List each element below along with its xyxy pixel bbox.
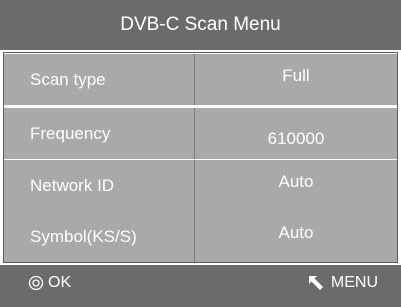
menu-hint[interactable]: MENU: [308, 274, 378, 292]
frequency-value[interactable]: 610000: [195, 108, 397, 159]
ok-label: OK: [48, 274, 72, 291]
back-arrow-icon: [308, 275, 325, 292]
ok-circle-icon: [28, 275, 44, 291]
row-scan-type[interactable]: Scan type Full: [4, 54, 397, 105]
menu-title: DVB-C Scan Menu: [0, 0, 401, 50]
menu-label: MENU: [330, 274, 378, 291]
footer-bar: OK MENU: [0, 265, 401, 307]
scan-menu-dialog: DVB-C Scan Menu Scan type Full Frequency…: [0, 0, 401, 307]
settings-list: Scan type Full Frequency 610000 Network …: [3, 52, 398, 263]
row-symbol-rate[interactable]: Symbol(KS/S) Auto: [4, 211, 397, 262]
symbol-rate-value[interactable]: Auto: [195, 211, 397, 262]
row-label: Scan type: [4, 54, 195, 105]
network-id-value[interactable]: Auto: [195, 160, 397, 211]
row-label: Symbol(KS/S): [4, 211, 195, 262]
row-frequency[interactable]: Frequency 610000: [4, 108, 397, 159]
scan-type-value[interactable]: Full: [195, 54, 397, 105]
row-label: Network ID: [4, 160, 195, 211]
ok-hint[interactable]: OK: [28, 274, 71, 292]
row-network-id[interactable]: Network ID Auto: [4, 160, 397, 211]
row-label: Frequency: [4, 108, 195, 159]
